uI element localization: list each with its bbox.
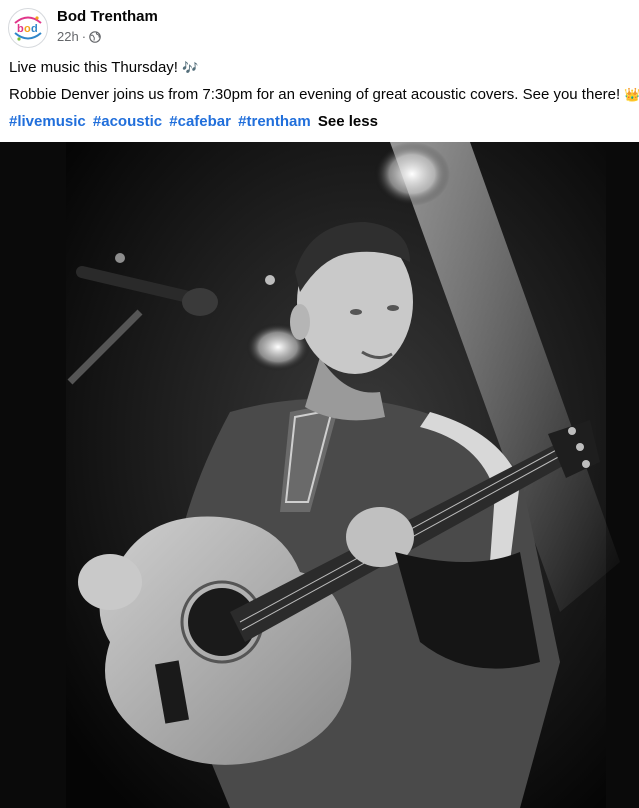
post-meta: 22h · — [57, 29, 101, 44]
see-less-button[interactable]: See less — [318, 113, 378, 130]
post-line-1-text: Live music this Thursday! — [9, 59, 178, 76]
meta-separator: · — [81, 29, 87, 44]
post-line-2: Robbie Denver joins us from 7:30pm for a… — [9, 85, 639, 105]
hashtag-cafebar[interactable]: #cafebar — [169, 113, 231, 130]
page-name[interactable]: Bod Trentham — [57, 8, 158, 25]
svg-text:o: o — [24, 23, 31, 35]
post-timestamp[interactable]: 22h — [57, 29, 79, 44]
svg-text:b: b — [17, 23, 24, 35]
page-avatar[interactable]: b o d — [8, 8, 48, 48]
post-line-2-text: Robbie Denver joins us from 7:30pm for a… — [9, 86, 621, 103]
hashtag-acoustic[interactable]: #acoustic — [93, 113, 162, 130]
crown-icon: 👑 — [624, 87, 639, 102]
post-header: b o d Bod Trentham 22h · — [0, 0, 639, 56]
post-photo[interactable] — [0, 142, 639, 808]
performer-photo — [0, 142, 639, 808]
music-notes-icon: 🎶 — [182, 60, 199, 75]
globe-icon[interactable] — [89, 30, 101, 43]
bod-logo-icon: b o d — [10, 10, 46, 46]
post-line-1: Live music this Thursday! 🎶 — [9, 58, 198, 78]
svg-text:d: d — [31, 23, 38, 35]
hashtag-line: #livemusic #acoustic #cafebar #trentham … — [9, 112, 378, 132]
hashtag-livemusic[interactable]: #livemusic — [9, 113, 86, 130]
hashtag-trentham[interactable]: #trentham — [238, 113, 311, 130]
